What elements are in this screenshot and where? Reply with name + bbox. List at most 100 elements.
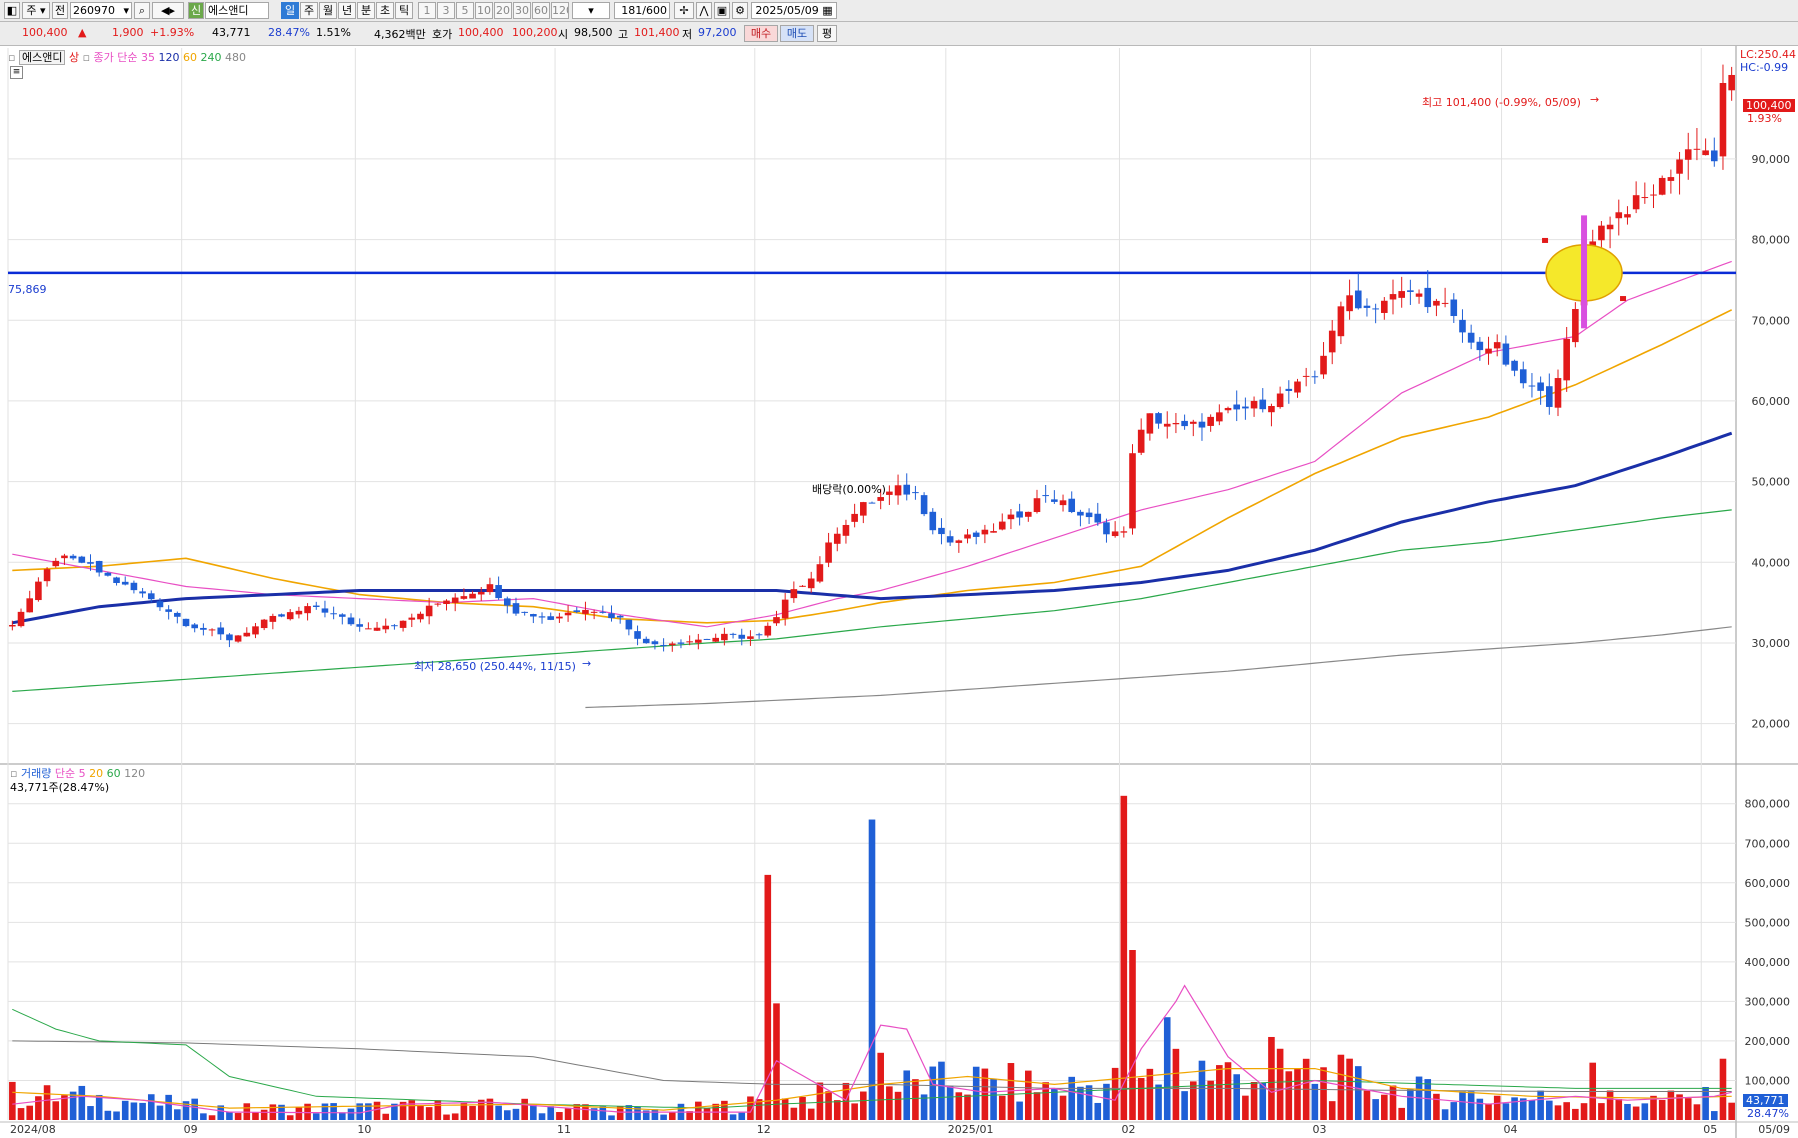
- volume-bar: [1511, 1097, 1518, 1120]
- candle-body: [330, 613, 337, 615]
- candle-body: [191, 624, 198, 629]
- buy-button[interactable]: 매수: [744, 25, 778, 42]
- last-volume-badge: 43,771: [1743, 1094, 1788, 1107]
- volume-bar: [382, 1113, 390, 1120]
- period-tab-6[interactable]: 틱: [395, 2, 413, 19]
- candle-body: [226, 634, 233, 641]
- volume-bar: [1372, 1099, 1379, 1120]
- search-icon[interactable]: ⌕: [134, 2, 150, 19]
- code-dropdown-icon[interactable]: ▾: [123, 3, 129, 18]
- gear-icon[interactable]: ⚙: [732, 2, 748, 19]
- period-tab-2[interactable]: 월: [319, 2, 337, 19]
- candle-body: [868, 502, 876, 504]
- candle-body: [721, 633, 728, 641]
- period-tab-4[interactable]: 분: [357, 2, 375, 19]
- candle-body: [1389, 294, 1397, 300]
- period-tab-0[interactable]: 일: [281, 2, 299, 19]
- stock-chart[interactable]: 20,000 30,000 40,000 50,000 60,000 70,000 80,0…: [0, 46, 1798, 1138]
- legend-toggle-icon[interactable]: ≡: [10, 66, 23, 79]
- interval-tab-20[interactable]: 20: [494, 2, 512, 19]
- date-tick-label: 02: [1121, 1123, 1135, 1136]
- price-tick-label: 50,000: [1752, 476, 1791, 489]
- quote-volume: 43,771: [212, 26, 251, 39]
- chart-menu-icon[interactable]: ◧: [4, 2, 20, 19]
- candle-body: [1632, 195, 1640, 210]
- candle-body: [1172, 422, 1180, 425]
- calendar-icon[interactable]: ▦: [822, 4, 832, 17]
- volume-bar: [87, 1106, 94, 1120]
- candle-body: [1111, 531, 1119, 537]
- candle-body: [1433, 300, 1440, 306]
- stock-name-field[interactable]: 에스앤디: [205, 2, 269, 19]
- candle-body: [1511, 360, 1518, 371]
- legend-ma480: 480: [225, 51, 247, 64]
- candle-body: [1120, 531, 1128, 533]
- compare-button[interactable]: 전: [52, 2, 68, 19]
- date-tick-label: 2025/01: [948, 1123, 994, 1136]
- volume-bar: [1189, 1081, 1197, 1120]
- interval-select[interactable]: ▾: [572, 2, 610, 19]
- pattern-icon[interactable]: ⋀: [696, 2, 712, 19]
- save-icon[interactable]: ▣: [714, 2, 730, 19]
- sound-icon[interactable]: ◀▸: [152, 2, 184, 19]
- count-max: /600: [642, 4, 667, 17]
- candle-body: [200, 627, 207, 630]
- candle-body: [113, 577, 120, 584]
- candle-body: [1554, 378, 1562, 408]
- candle-body: [425, 605, 433, 617]
- candle-body: [234, 635, 242, 642]
- candle-body: [391, 625, 398, 627]
- candle-body: [1667, 177, 1675, 181]
- interval-tab-30[interactable]: 30: [513, 2, 531, 19]
- volume-bar: [1398, 1107, 1405, 1120]
- interval-tab-5[interactable]: 5: [456, 2, 474, 19]
- candle-body: [1320, 355, 1327, 375]
- candle-body: [964, 534, 971, 539]
- crosshair-icon[interactable]: ✢: [674, 2, 694, 19]
- volume-bar: [1242, 1095, 1249, 1120]
- legend-stock-name[interactable]: 에스앤디: [18, 50, 66, 65]
- interval-tab-3[interactable]: 3: [437, 2, 455, 19]
- interval-tab-1[interactable]: 1: [418, 2, 436, 19]
- candle-body: [1268, 405, 1275, 413]
- candle-body: [625, 619, 633, 630]
- period-tab-5[interactable]: 초: [376, 2, 394, 19]
- candle-body: [382, 625, 390, 630]
- candle-body: [651, 641, 659, 645]
- price-tick-label: 70,000: [1752, 314, 1791, 327]
- candle-body: [1710, 150, 1718, 162]
- volume-bar: [339, 1112, 346, 1120]
- candle-body: [1181, 420, 1188, 427]
- candle-body: [668, 643, 676, 646]
- interval-tab-60[interactable]: 60: [532, 2, 550, 19]
- period-tab-3[interactable]: 년: [338, 2, 356, 19]
- candle-body: [903, 484, 911, 495]
- volume-tick-label: 700,000: [1745, 837, 1791, 850]
- volume-current: 43,771주(28.47%): [10, 781, 110, 794]
- volume-bar: [738, 1112, 746, 1120]
- volume-bar: [451, 1113, 459, 1120]
- candle-body: [703, 638, 711, 640]
- candle-body: [1216, 412, 1223, 422]
- candle-body: [530, 614, 537, 617]
- period-select[interactable]: 주 ▾: [22, 2, 50, 19]
- sell-button[interactable]: 매도: [780, 25, 814, 42]
- count-field[interactable]: 181/600: [614, 2, 670, 19]
- eval-button[interactable]: 평: [817, 25, 837, 42]
- volume-bar: [260, 1109, 268, 1120]
- period-tab-1[interactable]: 주: [300, 2, 318, 19]
- hc-value: HC:-0.99: [1740, 61, 1789, 74]
- candle-body: [156, 601, 164, 608]
- candle-body: [1641, 197, 1649, 199]
- volume-bar: [1598, 1103, 1605, 1120]
- volume-bar: [1563, 1102, 1570, 1120]
- interval-tab-120[interactable]: 120: [551, 2, 569, 19]
- volume-bar: [373, 1101, 381, 1120]
- candle-body: [860, 502, 867, 516]
- candle-body: [365, 628, 372, 630]
- volume-bar: [1684, 1098, 1692, 1120]
- date-field[interactable]: 2025/05/09 ▦: [751, 2, 837, 19]
- candle-body: [1728, 74, 1735, 91]
- interval-tab-10[interactable]: 10: [475, 2, 493, 19]
- code-input[interactable]: 260970 ▾: [70, 2, 132, 19]
